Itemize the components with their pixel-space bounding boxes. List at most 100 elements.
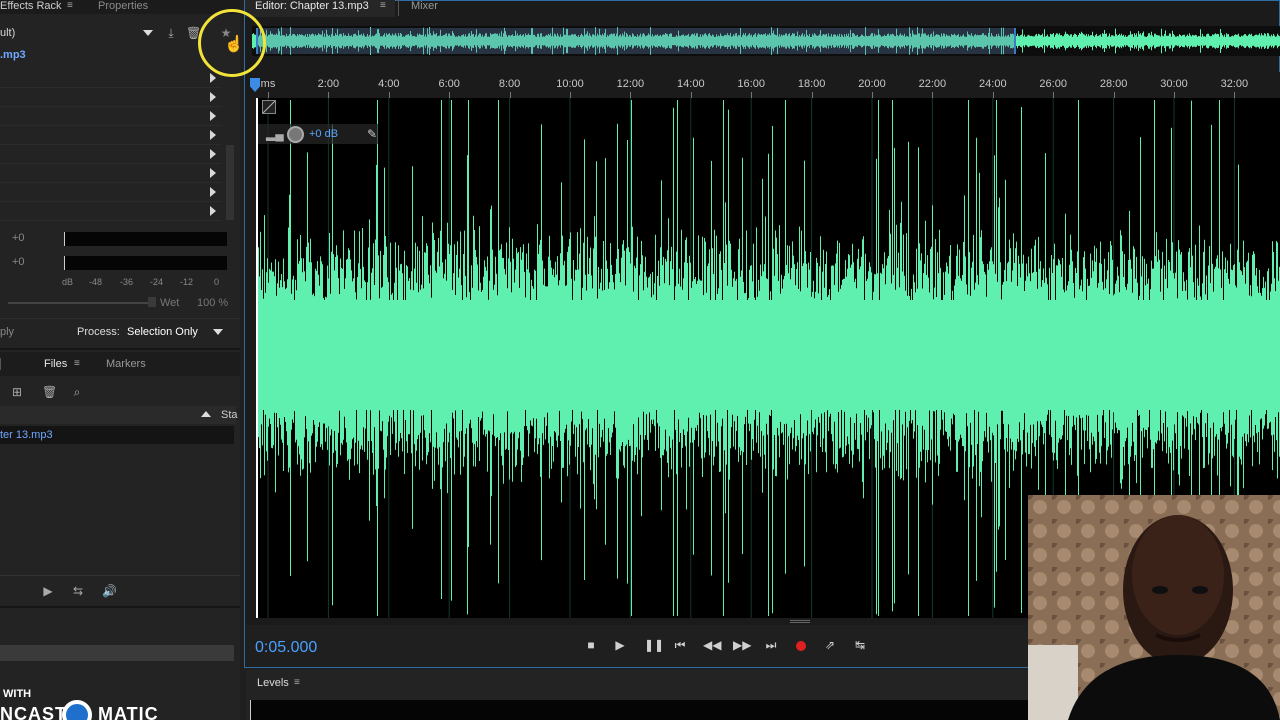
ruler-tick-label: 16:00 [737,78,765,90]
insert-icon[interactable]: ⊞ [10,385,24,399]
apply-button[interactable]: ply [0,326,14,338]
watermark-brand-left: NCAST [0,704,67,720]
ruler-tick-label: ms [260,78,276,90]
volume-knob[interactable] [287,126,304,143]
rewind-icon[interactable]: ◀◀ [703,638,721,652]
rack-slot[interactable] [0,126,222,145]
pause-icon[interactable]: ❚❚ [644,638,664,652]
output-meter [64,256,227,270]
loop-playback-icon[interactable]: ⇗ [823,638,837,652]
scale-label: -12 [180,277,194,287]
rack-slot[interactable] [0,69,222,88]
tab-editor[interactable]: Editor: Chapter 13.mp3 [255,0,369,12]
overview-viewport[interactable] [256,28,1016,54]
ruler-tick-label: 26:00 [1039,78,1067,90]
rack-slot[interactable] [0,164,222,183]
stop-icon[interactable]: ■ [584,638,598,652]
rack-scrollbar[interactable] [226,145,234,220]
preset-select-value[interactable]: ult) [0,27,15,39]
expand-arrow-icon[interactable] [210,187,216,197]
chevron-down-icon[interactable] [143,30,153,36]
record-icon[interactable] [796,641,806,651]
save-preset-icon[interactable]: ⤓ [164,26,178,40]
speaker-icon[interactable]: 🔊 [102,584,117,598]
expand-arrow-icon[interactable] [210,92,216,102]
wet-slider-track[interactable] [8,302,156,304]
divider [0,575,240,576]
expand-arrow-icon[interactable] [210,111,216,121]
play-icon[interactable]: ▶ [613,638,627,652]
watermark-logo-icon [62,700,92,720]
ruler-tick-label: 24:00 [979,78,1007,90]
rack-slot[interactable] [0,145,222,164]
watermark-with: WITH [3,688,32,700]
sort-up-icon[interactable] [201,411,211,417]
levels-meter [250,700,1030,720]
webcam-overlay [1028,495,1280,720]
panel-divider [0,606,240,608]
ruler-tick-label: 4:00 [378,78,400,90]
ruler-tick-label: 8:00 [498,78,521,90]
panel-menu-icon[interactable]: ≡ [294,677,300,688]
chevron-down-icon[interactable] [213,329,223,335]
loop-icon[interactable]: ⇆ [71,584,85,598]
fast-forward-icon[interactable]: ▶▶ [733,638,751,652]
pin-icon[interactable]: ✎ [365,127,379,141]
webcam-image [1028,495,1280,720]
search-icon[interactable]: ⌕ [70,385,84,399]
scale-label: dB [62,277,74,287]
column-header-status[interactable]: Sta [221,409,238,421]
rack-slot[interactable] [0,88,222,107]
wet-value: 100 % [197,297,229,309]
expand-arrow-icon[interactable] [210,130,216,140]
trash-icon[interactable]: 🗑 [42,385,57,399]
ruler-tick-label: 12:00 [616,78,645,90]
panel-divider [0,348,240,350]
ruler-tick-label: 20:00 [858,78,886,90]
wet-slider-handle[interactable] [148,297,156,307]
expand-arrow-icon[interactable] [210,206,216,216]
scale-label: -36 [120,277,134,287]
tab-properties[interactable]: Properties [98,0,148,12]
panel-menu-icon[interactable]: ≡ [74,358,80,369]
ruler-tick-label: 28:00 [1099,78,1128,90]
ruler-tick-label: 22:00 [918,78,947,90]
file-name[interactable]: ter 13.mp3 [0,429,53,441]
ruler-tick-label: 10:00 [556,78,584,90]
volume-value[interactable]: +0 dB [309,128,338,140]
fade-handle-icon[interactable] [262,100,276,114]
process-select[interactable]: Selection Only [127,326,198,338]
tab-separator [398,0,399,16]
rack-slot[interactable] [0,202,222,221]
tab-files[interactable]: Files [44,358,67,370]
levels-title: Levels [257,677,289,689]
input-level-value[interactable]: +0 [12,232,25,244]
wet-label: Wet [160,297,180,309]
tab-markers[interactable]: Markers [106,358,146,370]
scale-label: 0 [214,277,220,287]
panel-menu-icon[interactable]: ≡ [380,0,386,11]
scroll-strip[interactable] [0,645,234,661]
output-level-value[interactable]: +0 [12,256,25,268]
expand-arrow-icon[interactable] [210,73,216,83]
play-icon[interactable]: ▶ [41,584,55,598]
ruler-tick-label: 6:00 [438,78,460,90]
ruler-tick-label: 2:00 [317,78,340,90]
skip-selection-icon[interactable]: ↹ [853,638,867,652]
ruler-tick-label: 32:00 [1220,78,1249,90]
divider [0,318,240,319]
rack-slot[interactable] [0,183,222,202]
expand-arrow-icon[interactable] [210,168,216,178]
tab-mixer[interactable]: Mixer [411,0,438,12]
expand-arrow-icon[interactable] [210,149,216,159]
hand-cursor-icon: ☝ [224,36,244,53]
panel-menu-icon[interactable]: ≡ [67,0,73,11]
skip-to-start-icon[interactable]: ⏮ [673,638,687,652]
resize-grip[interactable] [790,620,810,623]
tab-effects-rack[interactable]: Effects Rack [0,0,62,12]
meter-icon: ▂▄ [266,127,284,141]
skip-to-end-icon[interactable]: ⏭ [764,638,778,652]
rack-slot[interactable] [0,107,222,126]
time-display[interactable]: 0:05.000 [255,639,317,657]
tab-separator [0,358,4,370]
